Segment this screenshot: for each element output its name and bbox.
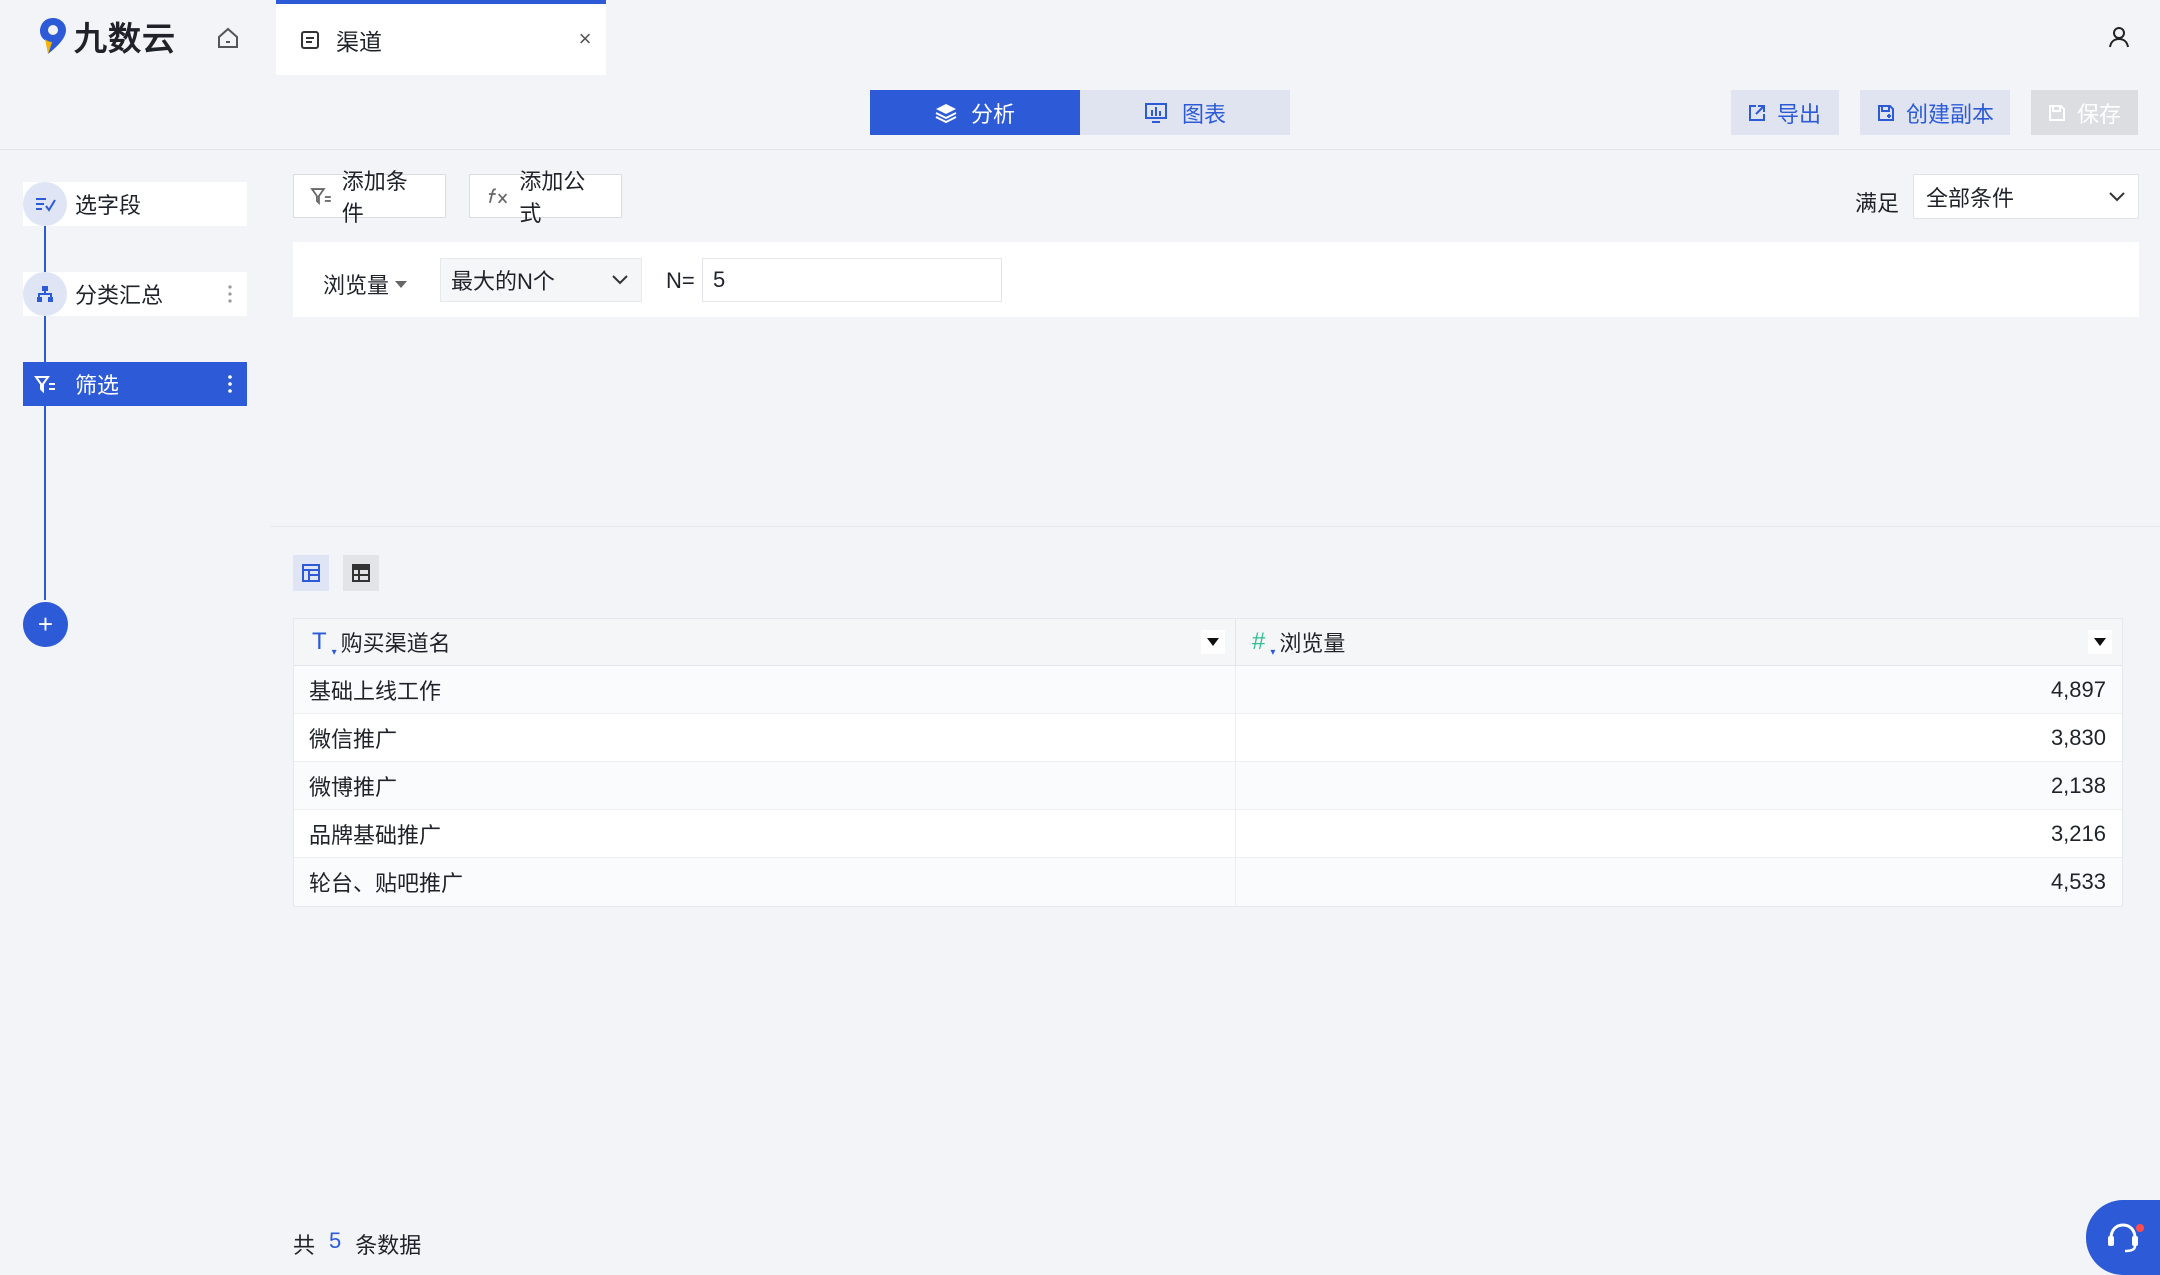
chat-support-icon [2108, 1222, 2138, 1252]
home-icon[interactable] [214, 24, 242, 52]
n-input[interactable]: 5 [702, 258, 1002, 302]
user-icon[interactable] [2104, 22, 2134, 52]
table-row: 轮台、贴吧推广 4,533 [294, 858, 2122, 906]
row-count-prefix: 共 [293, 1233, 316, 1258]
column-name: 购买渠道名 [340, 631, 451, 656]
create-copy-label: 创建副本 [1906, 101, 1995, 127]
add-condition-button[interactable]: 添加条件 [293, 169, 446, 226]
table-view-icon [302, 564, 320, 582]
more-vertical-icon[interactable] [227, 372, 233, 396]
save-label: 保存 [2077, 101, 2122, 127]
table-view-button[interactable] [293, 555, 329, 591]
tab-label: 渠道 [336, 28, 382, 55]
save-copy-icon [1878, 104, 1894, 121]
table-cell: 3,830 [2050, 724, 2106, 750]
top-bar: 九数云 渠道 × [0, 0, 2160, 75]
condition-field-label: 浏览量 [323, 273, 390, 298]
table-cell: 4,897 [2050, 676, 2106, 702]
text-type-icon: T ▾ [312, 628, 337, 658]
row-count-number: 5 [329, 1228, 342, 1253]
table-row: 微信推广 3,830 [294, 714, 2122, 762]
create-copy-button[interactable]: 创建副本 [1860, 90, 2010, 135]
filter-panel: 添加条件 添加公式 满足 全部条件 浏览量 最大的N个 N= 5 [270, 150, 2160, 527]
save-button[interactable]: 保存 [2031, 90, 2138, 135]
group-summary-icon [23, 272, 67, 316]
table-cell: 微信推广 [294, 714, 1236, 761]
tab-analysis[interactable]: 分析 [870, 90, 1080, 135]
row-count: 共 5 条数据 [293, 1228, 421, 1260]
add-formula-label: 添加公式 [519, 169, 586, 226]
table-cell: 基础上线工作 [294, 666, 1236, 713]
export-label: 导出 [1777, 101, 1822, 127]
table-cell: 轮台、贴吧推广 [294, 858, 1236, 906]
logo-mark-icon [40, 18, 66, 54]
step-select-fields[interactable]: 选字段 [23, 182, 247, 226]
export-button[interactable]: 导出 [1731, 90, 1839, 135]
step-panel: 选字段 分类汇总 筛选 + [0, 150, 270, 1275]
tab-channel[interactable]: 渠道 × [276, 0, 606, 75]
column-header-views[interactable]: # ▾ 浏览量 [1236, 619, 2122, 665]
row-count-suffix: 条数据 [355, 1233, 422, 1258]
filter-add-icon [310, 188, 331, 206]
step-label: 筛选 [75, 373, 120, 398]
condition-field-select[interactable]: 浏览量 [323, 268, 408, 300]
n-label: N= [666, 268, 695, 293]
presentation-chart-icon [1144, 102, 1167, 123]
condition-operator-value: 最大的N个 [451, 269, 555, 294]
tab-chart-label: 图表 [1181, 101, 1226, 127]
filter-condition-row: 浏览量 最大的N个 N= 5 [293, 242, 2139, 317]
table-cell: 品牌基础推广 [294, 810, 1236, 857]
table-cell: 微博推广 [294, 762, 1236, 809]
analysis-toolbar: 分析 图表 导出 创建副本 保存 [0, 75, 2160, 150]
step-label: 选字段 [75, 193, 142, 218]
customer-service-button[interactable] [2086, 1200, 2160, 1275]
tab-analysis-label: 分析 [970, 101, 1015, 127]
add-formula-button[interactable]: 添加公式 [469, 169, 622, 226]
table-row: 微博推广 2,138 [294, 762, 2122, 810]
table-cell: 2,138 [2050, 772, 2106, 798]
save-icon [2049, 104, 2065, 121]
main-content: 添加条件 添加公式 满足 全部条件 浏览量 最大的N个 N= 5 T ▾ 购买渠… [270, 150, 2160, 1275]
caret-down-icon [395, 280, 408, 288]
column-name: 浏览量 [1279, 631, 1346, 656]
pivot-view-icon [352, 564, 370, 582]
chevron-down-icon [2109, 192, 2125, 202]
satisfy-label: 满足 [1855, 191, 1900, 216]
table-body: 基础上线工作 4,897 微信推广 3,830 微博推广 2,138 品牌基础推… [294, 666, 2122, 906]
add-condition-label: 添加条件 [341, 169, 408, 226]
data-table: T ▾ 购买渠道名 # ▾ 浏览量 基础上线工作 4,897 微信推广 3,830 … [293, 618, 2123, 907]
document-icon [301, 30, 319, 49]
field-select-icon [23, 182, 67, 226]
table-row: 品牌基础推广 3,216 [294, 810, 2122, 858]
number-type-icon: # ▾ [1252, 628, 1276, 658]
step-filter[interactable]: 筛选 [23, 362, 247, 406]
column-menu-icon[interactable] [2088, 630, 2112, 654]
function-icon [488, 188, 508, 204]
tab-chart[interactable]: 图表 [1080, 90, 1290, 135]
table-header: T ▾ 购买渠道名 # ▾ 浏览量 [294, 619, 2122, 666]
satisfy-select[interactable]: 全部条件 [1913, 174, 2139, 219]
step-label: 分类汇总 [75, 283, 164, 308]
notification-dot [2136, 1224, 2144, 1232]
condition-operator-select[interactable]: 最大的N个 [440, 258, 642, 302]
pivot-view-button[interactable] [343, 555, 379, 591]
table-cell: 3,216 [2050, 820, 2106, 846]
export-icon [1749, 104, 1765, 121]
chevron-down-icon [612, 275, 628, 285]
brand-name: 九数云 [74, 20, 176, 57]
step-group-summary[interactable]: 分类汇总 [23, 272, 247, 316]
table-row: 基础上线工作 4,897 [294, 666, 2122, 714]
tab-close-icon[interactable]: × [572, 26, 598, 52]
satisfy-value: 全部条件 [1926, 185, 2015, 211]
column-header-channel[interactable]: T ▾ 购买渠道名 [294, 619, 1236, 665]
filter-icon [23, 362, 67, 406]
column-menu-icon[interactable] [1201, 630, 1225, 654]
add-step-button[interactable]: + [23, 602, 68, 647]
brand-logo[interactable]: 九数云 [38, 14, 176, 58]
table-cell: 4,533 [2050, 869, 2106, 894]
more-vertical-icon[interactable] [227, 282, 233, 306]
layers-icon [935, 103, 957, 123]
